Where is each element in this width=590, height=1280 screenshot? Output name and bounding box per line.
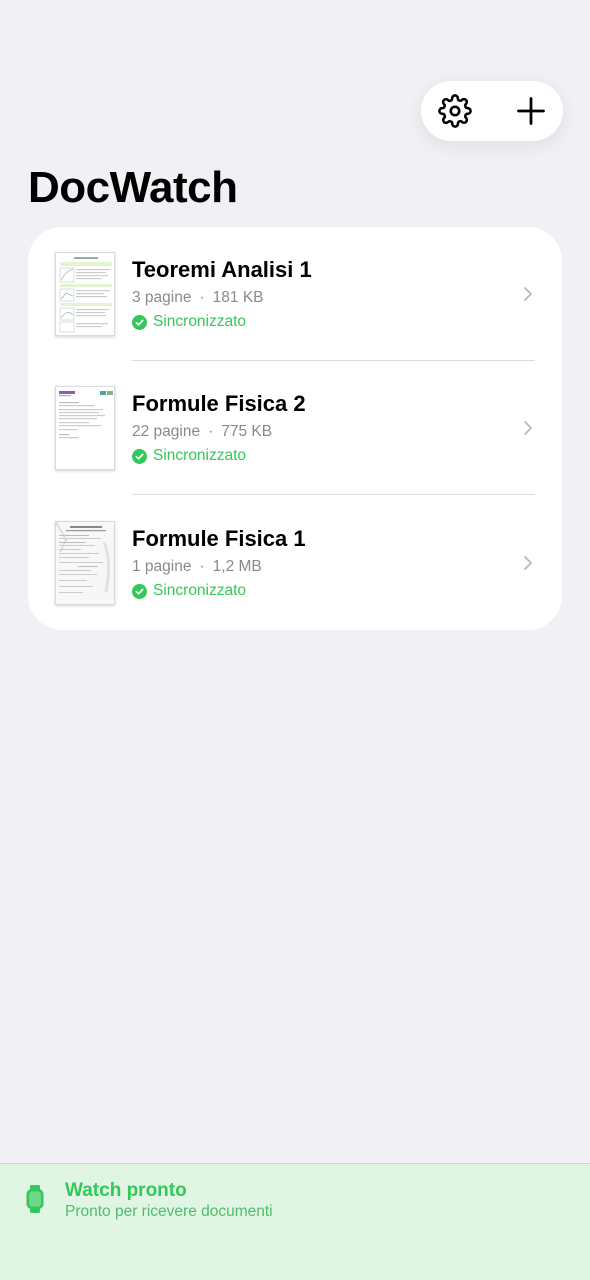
file-size: 1,2 MB bbox=[212, 558, 262, 575]
app-screen: DocWatch Teoremi Analisi 1 3 pagine · 18… bbox=[0, 0, 590, 1280]
document-row[interactable]: Formule Fisica 1 1 pagine · 1,2 MB Sincron… bbox=[28, 496, 562, 630]
document-meta: 1 pagine · 1,2 MB bbox=[132, 557, 262, 577]
page-title: DocWatch bbox=[28, 163, 238, 212]
watch-status-title: Watch pronto bbox=[65, 1180, 187, 1201]
file-size: 775 KB bbox=[221, 423, 273, 440]
watch-status-bar: Watch pronto Pronto per ricevere documen… bbox=[0, 1163, 590, 1280]
plus-icon bbox=[517, 97, 545, 125]
gear-icon bbox=[438, 94, 472, 128]
document-meta: 22 pagine · 775 KB bbox=[132, 422, 272, 442]
page-count: 22 pagine bbox=[132, 423, 201, 440]
chevron-right-icon bbox=[524, 421, 532, 435]
page-count: 3 pagine bbox=[132, 289, 192, 306]
meta-separator: · bbox=[199, 289, 205, 306]
sync-status: Sincronizzato bbox=[132, 312, 246, 332]
sync-status: Sincronizzato bbox=[132, 581, 246, 601]
document-thumbnail bbox=[55, 386, 115, 470]
file-size: 181 KB bbox=[212, 289, 264, 306]
settings-button[interactable] bbox=[430, 86, 480, 136]
sync-status-label: Sincronizzato bbox=[153, 313, 247, 330]
document-thumbnail bbox=[55, 252, 115, 336]
toolbar bbox=[421, 81, 563, 141]
meta-separator: · bbox=[208, 423, 214, 440]
checkmark-circle-icon bbox=[132, 314, 147, 330]
document-name: Teoremi Analisi 1 bbox=[132, 257, 312, 282]
chevron-right-icon bbox=[524, 287, 532, 301]
sync-status: Sincronizzato bbox=[132, 446, 246, 466]
chevron-right-icon bbox=[524, 556, 532, 570]
document-row[interactable]: Formule Fisica 2 22 pagine · 775 KB Sincro… bbox=[28, 361, 562, 495]
add-document-button[interactable] bbox=[506, 86, 556, 136]
document-thumbnail bbox=[55, 521, 115, 605]
document-name: Formule Fisica 1 bbox=[132, 526, 306, 551]
meta-separator: · bbox=[199, 558, 205, 575]
watch-status-subtitle: Pronto per ricevere documenti bbox=[65, 1203, 273, 1220]
document-row[interactable]: Teoremi Analisi 1 3 pagine · 181 KB Sincro… bbox=[28, 227, 562, 361]
checkmark-circle-icon bbox=[132, 583, 147, 599]
document-name: Formule Fisica 2 bbox=[132, 391, 306, 416]
watch-icon bbox=[26, 1185, 44, 1213]
document-meta: 3 pagine · 181 KB bbox=[132, 288, 264, 308]
page-count: 1 pagine bbox=[132, 558, 192, 575]
sync-status-label: Sincronizzato bbox=[153, 447, 247, 464]
row-divider bbox=[132, 494, 535, 495]
document-list: Teoremi Analisi 1 3 pagine · 181 KB Sincro… bbox=[28, 227, 562, 630]
sync-status-label: Sincronizzato bbox=[153, 582, 247, 599]
checkmark-circle-icon bbox=[132, 448, 147, 464]
